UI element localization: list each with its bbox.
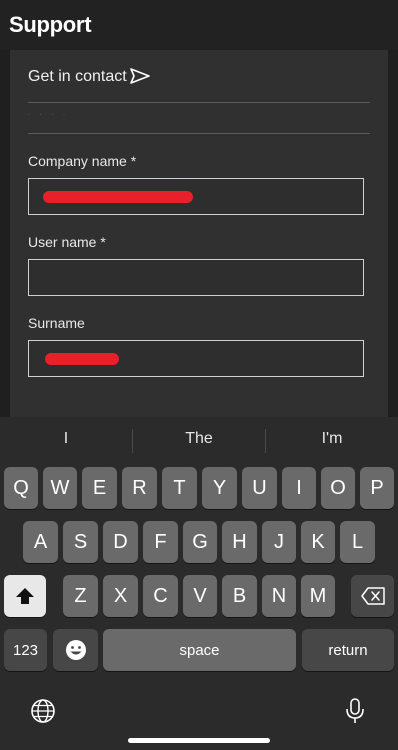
return-key[interactable]: return [302,629,394,671]
key-f[interactable]: F [143,521,178,563]
divider [28,102,370,103]
key-i[interactable]: I [282,467,316,509]
suggestion-bar: I The I'm [0,417,398,463]
scrolled-text-fragment: · · · · [28,112,69,118]
emoji-icon [65,640,86,660]
key-h[interactable]: H [222,521,257,563]
suggestion-separator [265,429,266,453]
surname-label: Surname [28,315,85,331]
key-o[interactable]: O [321,467,355,509]
key-q[interactable]: Q [4,467,38,509]
redaction-mark [43,191,193,203]
key-u[interactable]: U [242,467,277,509]
app-header: Support [0,0,398,50]
key-a[interactable]: A [23,521,58,563]
space-key[interactable]: space [103,629,296,671]
emoji-key[interactable] [53,629,98,671]
get-in-contact-label[interactable]: Get in contact [28,68,127,86]
company-name-label: Company name * [28,153,137,169]
user-name-field[interactable] [28,259,364,296]
key-d[interactable]: D [103,521,138,563]
company-name-field[interactable] [28,178,364,215]
key-g[interactable]: G [183,521,217,563]
key-s[interactable]: S [63,521,98,563]
key-n[interactable]: N [262,575,296,617]
backspace-key[interactable] [351,575,394,617]
home-indicator[interactable] [128,738,270,743]
redaction-mark [45,353,119,365]
key-p[interactable]: P [360,467,394,509]
numbers-key[interactable]: 123 [4,629,47,671]
page-title: Support [9,12,92,37]
divider [28,133,370,134]
key-t[interactable]: T [162,467,197,509]
key-y[interactable]: Y [202,467,237,509]
key-k[interactable]: K [301,521,335,563]
surname-field[interactable] [28,340,364,377]
key-c[interactable]: C [143,575,178,617]
globe-icon[interactable] [30,698,56,724]
suggestion-item[interactable]: The [144,430,254,448]
key-m[interactable]: M [301,575,335,617]
key-e[interactable]: E [82,467,117,509]
key-j[interactable]: J [262,521,296,563]
support-form-panel: Get in contact · · · · Company name * Us… [10,50,388,420]
send-icon[interactable] [130,68,150,84]
shift-arrow-icon [16,588,34,604]
key-w[interactable]: W [43,467,77,509]
backspace-icon [360,587,385,605]
key-x[interactable]: X [103,575,138,617]
on-screen-keyboard: I The I'm Q W E R T Y U I O P A S D F G … [0,417,398,750]
key-z[interactable]: Z [63,575,98,617]
key-v[interactable]: V [183,575,217,617]
user-name-label: User name * [28,234,106,250]
shift-key[interactable] [4,575,46,617]
microphone-icon[interactable] [345,697,365,725]
key-r[interactable]: R [122,467,157,509]
suggestion-separator [132,429,133,453]
suggestion-item[interactable]: I [11,430,121,448]
key-b[interactable]: B [222,575,257,617]
key-l[interactable]: L [340,521,375,563]
suggestion-item[interactable]: I'm [277,430,387,448]
